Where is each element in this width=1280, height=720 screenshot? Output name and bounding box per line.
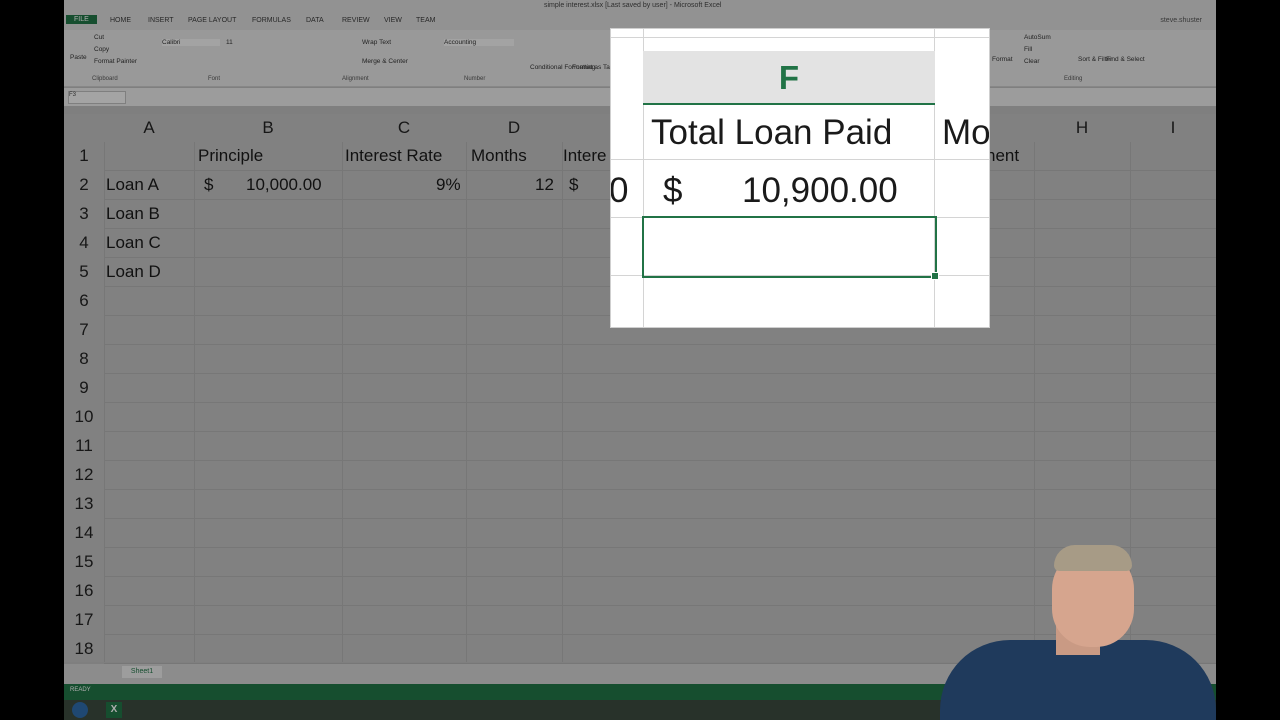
callout-grid-line: [611, 37, 989, 38]
find-select-button[interactable]: Find & Select: [1106, 56, 1145, 63]
fill-handle[interactable]: [931, 272, 939, 280]
callout-prev-value: 0: [610, 171, 629, 210]
callout-currency: $: [663, 171, 683, 210]
grid-line: [104, 518, 1216, 519]
group-editing-label: Editing: [1064, 76, 1083, 82]
cell-a3[interactable]: Loan B: [106, 204, 160, 224]
cell-e1[interactable]: Intere: [563, 146, 606, 166]
status-text: READY: [70, 687, 91, 693]
windows-start-icon[interactable]: [72, 702, 88, 718]
grid-line: [104, 402, 1216, 403]
tab-insert[interactable]: INSERT: [148, 17, 174, 24]
column-header-a[interactable]: A: [104, 114, 194, 142]
row-header[interactable]: 2: [64, 175, 104, 195]
font-size-select[interactable]: 11: [226, 39, 233, 46]
column-header-i[interactable]: I: [1130, 114, 1216, 142]
title-bar: simple interest.xlsx [Last saved by user…: [64, 0, 1216, 14]
format-painter-button[interactable]: Format Painter: [94, 58, 137, 65]
cell-a5[interactable]: Loan D: [106, 262, 161, 282]
tab-page-layout[interactable]: PAGE LAYOUT: [188, 17, 236, 24]
grid-line: [104, 460, 1216, 461]
callout-next-header: Mo: [942, 113, 990, 152]
number-format-select[interactable]: Accounting: [444, 39, 514, 46]
cell-d1[interactable]: Months: [471, 146, 527, 166]
cut-button[interactable]: Cut: [94, 34, 104, 41]
grid-line: [104, 431, 1216, 432]
name-box[interactable]: F3: [68, 91, 126, 104]
row-header[interactable]: 17: [64, 610, 104, 630]
tab-file[interactable]: FILE: [66, 15, 97, 24]
cell-b2-currency: $: [204, 175, 214, 194]
group-number-label: Number: [464, 76, 486, 82]
cell-c2[interactable]: 9%: [436, 175, 461, 195]
font-name-select[interactable]: Calibri: [162, 39, 220, 46]
user-name[interactable]: steve.shuster: [1160, 17, 1202, 24]
row-header[interactable]: 1: [64, 146, 104, 166]
row-header[interactable]: 7: [64, 320, 104, 340]
cell-b1[interactable]: Principle: [198, 146, 263, 166]
cell-g1[interactable]: nent: [986, 146, 1019, 166]
group-alignment-label: Alignment: [342, 76, 369, 82]
group-clipboard-label: Clipboard: [92, 76, 118, 82]
row-header[interactable]: 5: [64, 262, 104, 282]
sheet-tab[interactable]: Sheet1: [122, 666, 162, 678]
format-button[interactable]: Format: [992, 56, 1013, 63]
callout-column-header-f: F: [643, 51, 935, 105]
excel-taskbar-icon[interactable]: X: [106, 702, 122, 718]
cell-c1[interactable]: Interest Rate: [345, 146, 442, 166]
grid-line: [104, 373, 1216, 374]
copy-button[interactable]: Copy: [94, 46, 109, 53]
row-header[interactable]: 16: [64, 581, 104, 601]
paste-button[interactable]: Paste: [70, 54, 87, 61]
autosum-button[interactable]: AutoSum: [1024, 34, 1051, 41]
tab-data[interactable]: DATA: [306, 17, 324, 24]
column-header-c[interactable]: C: [342, 114, 466, 142]
row-header[interactable]: 8: [64, 349, 104, 369]
cell-e2-currency: $: [569, 175, 579, 194]
row-header[interactable]: 12: [64, 465, 104, 485]
row-header[interactable]: 18: [64, 639, 104, 659]
row-header[interactable]: 14: [64, 523, 104, 543]
wrap-text-button[interactable]: Wrap Text: [362, 39, 391, 46]
callout-header-total-loan-paid: Total Loan Paid: [651, 113, 893, 152]
group-font-label: Font: [208, 76, 221, 82]
cell-d2[interactable]: 12: [535, 175, 554, 195]
grid-line: [104, 489, 1216, 490]
column-header-d[interactable]: D: [466, 114, 562, 142]
row-header[interactable]: 4: [64, 233, 104, 253]
window-title: simple interest.xlsx [Last saved by user…: [544, 2, 722, 9]
tab-formulas[interactable]: FORMULAS: [252, 17, 291, 24]
tab-view[interactable]: VIEW: [384, 17, 402, 24]
cell-a2[interactable]: Loan A: [106, 175, 159, 195]
column-header-h[interactable]: H: [1034, 114, 1130, 142]
row-header[interactable]: 6: [64, 291, 104, 311]
callout-value: 10,900.00: [742, 171, 898, 210]
selected-cell-f3[interactable]: [642, 216, 937, 278]
fill-button[interactable]: Fill: [1024, 46, 1032, 53]
cell-a4[interactable]: Loan C: [106, 233, 161, 253]
tab-review[interactable]: REVIEW: [342, 17, 370, 24]
row-header[interactable]: 3: [64, 204, 104, 224]
column-header-b[interactable]: B: [194, 114, 342, 142]
zoom-callout: F Total Loan Paid Mo 0 $ 10,900.00: [610, 28, 990, 328]
row-header[interactable]: 11: [64, 436, 104, 456]
presenter-hair: [1054, 545, 1132, 571]
callout-grid-line: [611, 159, 989, 160]
row-header[interactable]: 15: [64, 552, 104, 572]
merge-center-button[interactable]: Merge & Center: [362, 58, 408, 65]
grid-line: [104, 344, 1216, 345]
row-header[interactable]: 10: [64, 407, 104, 427]
row-header[interactable]: 9: [64, 378, 104, 398]
presenter-webcam: [940, 545, 1216, 720]
clear-button[interactable]: Clear: [1024, 58, 1040, 65]
row-header[interactable]: 13: [64, 494, 104, 514]
cell-b2[interactable]: 10,000.00: [246, 175, 322, 195]
tab-team[interactable]: TEAM: [416, 17, 435, 24]
tab-home[interactable]: HOME: [110, 17, 131, 24]
